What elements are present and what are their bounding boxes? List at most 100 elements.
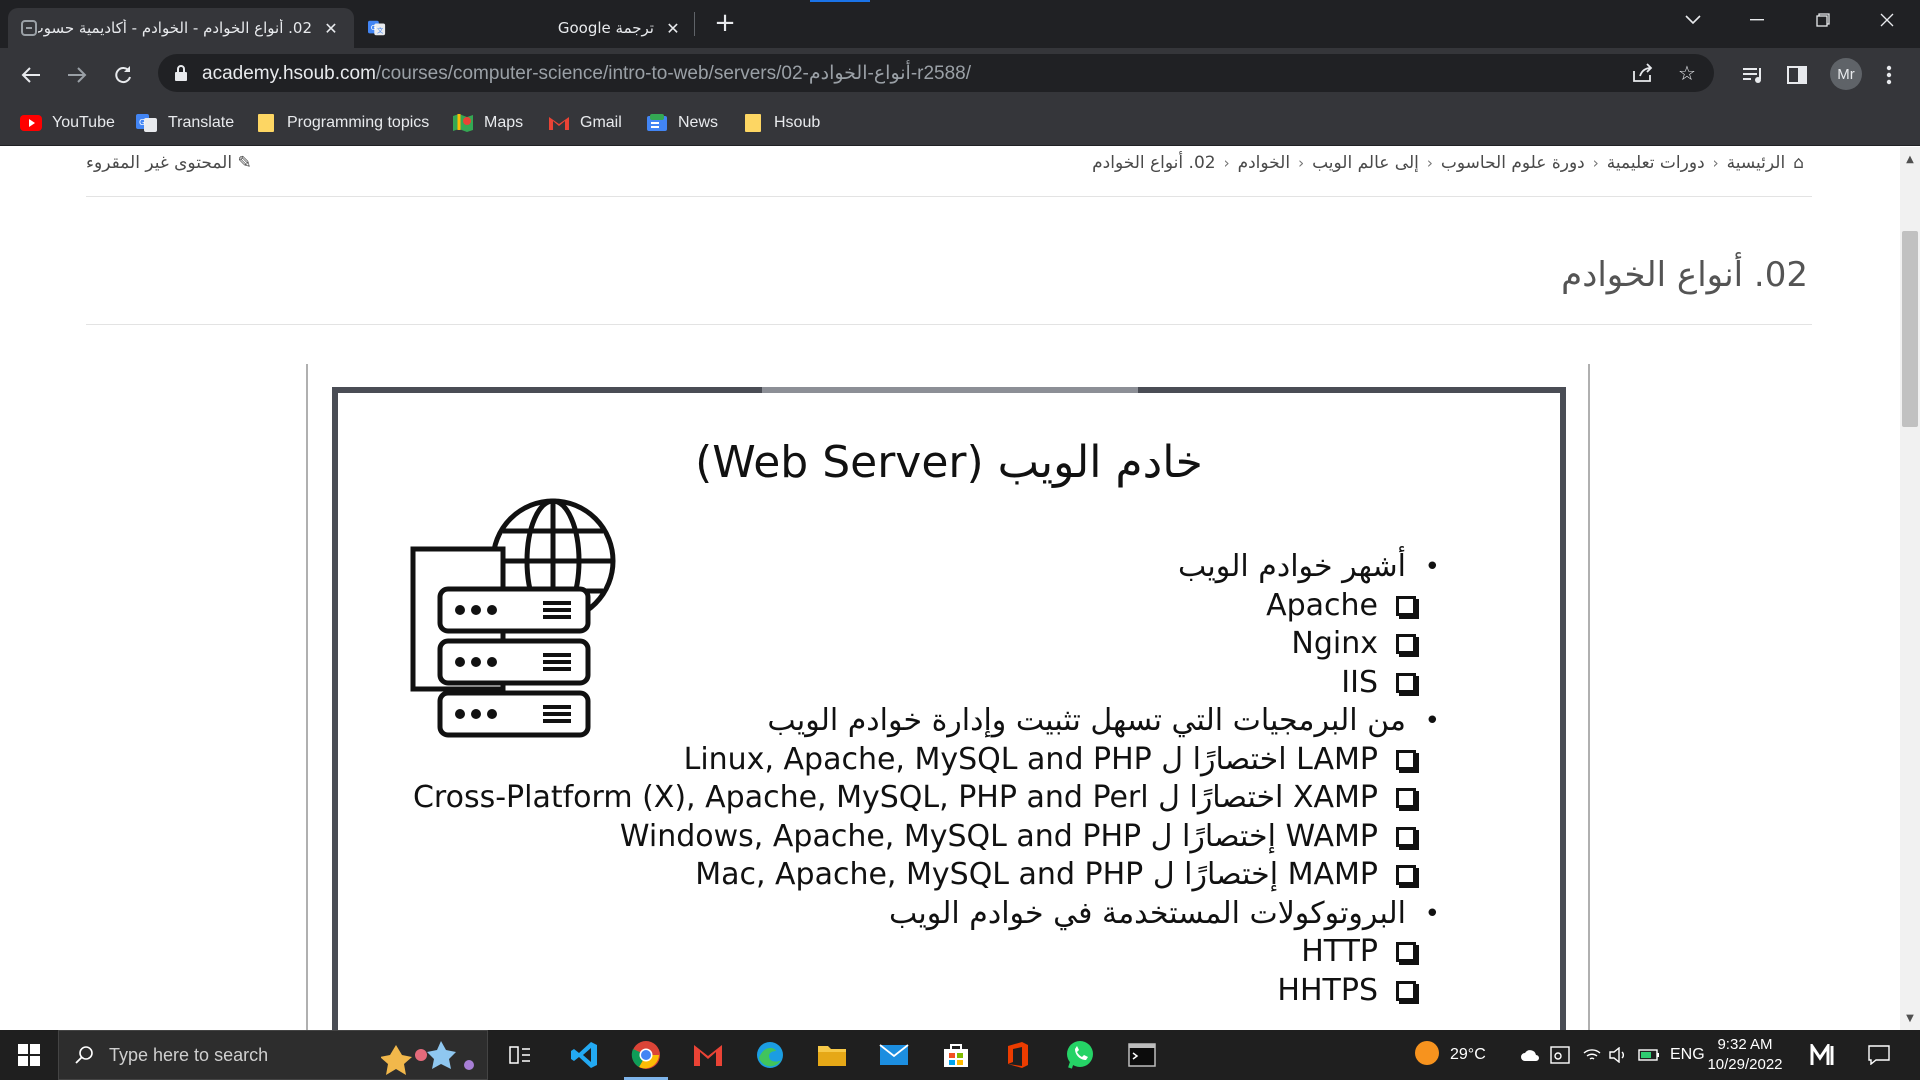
bookmark-label: Translate bbox=[168, 114, 235, 131]
scroll-up-arrow-icon[interactable]: ▲ bbox=[1900, 149, 1920, 169]
youtube-icon bbox=[20, 113, 42, 133]
office-icon[interactable] bbox=[990, 1030, 1046, 1080]
bookmark-label: Hsoub bbox=[774, 114, 821, 131]
chrome-icon[interactable] bbox=[618, 1030, 674, 1080]
breadcrumb-cs-course[interactable]: دورة علوم الحاسوب bbox=[1441, 153, 1585, 173]
divider bbox=[86, 324, 1812, 325]
battery-charging-icon[interactable] bbox=[1638, 1030, 1660, 1080]
list-item: WAMP إختصارًا ل Windows, Apache, MySQL a… bbox=[413, 818, 1440, 857]
breadcrumb-separator: ‹ bbox=[1223, 154, 1230, 172]
windows-taskbar: Type here to search 29°C ENG 9:32 AM 10/… bbox=[0, 1030, 1920, 1080]
divider bbox=[86, 196, 1812, 197]
item-text: HHTPS bbox=[1277, 972, 1378, 1008]
bookmark-translate[interactable]: G Translate bbox=[136, 110, 234, 136]
profile-avatar[interactable]: Mr bbox=[1830, 58, 1862, 90]
item-text: WAMP إختصارًا ل Windows, Apache, MySQL a… bbox=[619, 818, 1378, 854]
meet-now-icon[interactable] bbox=[1550, 1030, 1570, 1080]
whatsapp-icon[interactable] bbox=[1052, 1030, 1108, 1080]
tab-close-icon[interactable]: ✕ bbox=[662, 17, 684, 39]
list-item: HHTPS bbox=[413, 972, 1440, 1011]
checkbox-icon bbox=[1396, 749, 1416, 770]
system-clock[interactable]: 9:32 AM 10/29/2022 bbox=[1700, 1035, 1790, 1075]
list-item: • من البرمجيات التي تسهل تثبيت وإدارة خوا… bbox=[413, 702, 1440, 741]
reload-icon[interactable] bbox=[108, 60, 138, 90]
forward-arrow-icon[interactable] bbox=[62, 60, 92, 90]
magic-wand-icon: ✎ bbox=[237, 153, 252, 173]
app-tray-m-icon[interactable] bbox=[1810, 1030, 1838, 1080]
terminal-icon[interactable] bbox=[1114, 1030, 1170, 1080]
side-panel-icon[interactable] bbox=[1782, 60, 1812, 90]
clock-time: 9:32 AM bbox=[1717, 1036, 1773, 1053]
list-item: IIS bbox=[413, 664, 1440, 703]
breadcrumb-home[interactable]: الرئيسية bbox=[1727, 153, 1786, 173]
scroll-down-arrow-icon[interactable]: ▼ bbox=[1900, 1008, 1920, 1028]
onedrive-cloud-icon[interactable] bbox=[1520, 1030, 1540, 1080]
url-text[interactable]: academy.hsoub.com/courses/computer-scien… bbox=[202, 62, 971, 85]
tab-close-icon[interactable]: ✕ bbox=[320, 17, 342, 39]
microsoft-store-icon[interactable] bbox=[928, 1030, 984, 1080]
new-tab-button[interactable]: + bbox=[710, 10, 740, 38]
edge-icon[interactable] bbox=[742, 1030, 798, 1080]
taskbar-search-box[interactable]: Type here to search bbox=[58, 1030, 488, 1080]
minimize-button[interactable] bbox=[1730, 0, 1784, 40]
tab-title: ترجمة Google bbox=[557, 19, 654, 37]
windows-start-icon[interactable] bbox=[0, 1030, 58, 1080]
vscode-icon[interactable] bbox=[556, 1030, 612, 1080]
bookmark-star-icon[interactable]: ☆ bbox=[1674, 60, 1700, 86]
unread-content-link[interactable]: ✎ المحتوى غير المقروء bbox=[86, 153, 252, 173]
breadcrumb-separator: ‹ bbox=[1426, 154, 1433, 172]
breadcrumb-courses[interactable]: دورات تعليمية bbox=[1607, 153, 1705, 173]
svg-text:G: G bbox=[139, 118, 145, 127]
list-item: LAMP اختصارًا ل Linux, Apache, MySQL and… bbox=[413, 741, 1440, 780]
list-item: • أشهر خوادم الويب bbox=[413, 548, 1440, 587]
weather-widget[interactable]: 29°C bbox=[1414, 1030, 1486, 1080]
bookmark-hsoub[interactable]: Hsoub bbox=[742, 110, 820, 136]
kebab-menu-icon[interactable] bbox=[1874, 60, 1904, 90]
unread-label: المحتوى غير المقروء bbox=[86, 153, 233, 173]
slide-bullet-list: • أشهر خوادم الويب Apache Nginx IIS • من ا… bbox=[413, 548, 1440, 1010]
tab-hsoub-academy[interactable]: 02. أنواع الخوادم - الخوادم - أكاديمية ح… bbox=[8, 8, 354, 48]
list-item: Apache bbox=[413, 587, 1440, 626]
bookmark-news[interactable]: News bbox=[646, 110, 718, 136]
svg-text:文: 文 bbox=[377, 26, 384, 35]
volume-icon[interactable] bbox=[1608, 1030, 1628, 1080]
address-bar[interactable]: academy.hsoub.com/courses/computer-scien… bbox=[158, 54, 1714, 92]
gmail-app-icon[interactable] bbox=[680, 1030, 736, 1080]
folder-icon bbox=[255, 113, 277, 133]
section-heading: من البرمجيات التي تسهل تثبيت وإدارة خواد… bbox=[767, 703, 1406, 738]
tab-strip: 02. أنواع الخوادم - الخوادم - أكاديمية ح… bbox=[0, 0, 1920, 48]
bookmark-maps[interactable]: Maps bbox=[452, 110, 523, 136]
page-scrollbar[interactable]: ▲ ▼ bbox=[1900, 147, 1920, 1030]
bookmark-programming-topics[interactable]: Programming topics bbox=[255, 110, 429, 136]
tab-search-chevron-icon[interactable] bbox=[1666, 0, 1720, 40]
breadcrumb-separator: ‹ bbox=[1592, 154, 1599, 172]
checkbox-icon bbox=[1396, 865, 1416, 885]
bookmark-label: Gmail bbox=[580, 114, 622, 131]
notifications-icon[interactable] bbox=[1868, 1030, 1890, 1080]
bookmark-gmail[interactable]: Gmail bbox=[548, 110, 622, 136]
checkbox-icon bbox=[1396, 942, 1416, 962]
wifi-icon[interactable] bbox=[1582, 1030, 1602, 1080]
tab-google-translate[interactable]: G文 ترجمة Google ✕ bbox=[356, 8, 696, 48]
bookmark-youtube[interactable]: YouTube bbox=[20, 110, 115, 136]
tab-separator bbox=[694, 12, 695, 36]
bullet-icon: • bbox=[1424, 898, 1440, 929]
share-icon[interactable] bbox=[1630, 60, 1656, 86]
file-explorer-icon[interactable] bbox=[804, 1030, 860, 1080]
lock-icon[interactable] bbox=[174, 64, 188, 82]
task-view-icon[interactable] bbox=[492, 1030, 548, 1080]
bookmarks-bar: YouTube G Translate Programming topics M… bbox=[0, 100, 1920, 146]
tab-title: 02. أنواع الخوادم - الخوادم - أكاديمية ح… bbox=[38, 19, 312, 37]
restore-button[interactable] bbox=[1796, 0, 1850, 40]
mail-icon[interactable] bbox=[866, 1030, 922, 1080]
back-arrow-icon[interactable] bbox=[16, 60, 46, 90]
sun-icon bbox=[1414, 1040, 1440, 1071]
media-queue-icon[interactable] bbox=[1738, 60, 1768, 90]
svg-text:G: G bbox=[371, 23, 377, 32]
scroll-thumb[interactable] bbox=[1902, 231, 1918, 427]
breadcrumb-web-world[interactable]: إلى عالم الويب bbox=[1312, 153, 1419, 173]
close-window-button[interactable] bbox=[1860, 0, 1914, 40]
bookmark-label: News bbox=[678, 114, 719, 131]
search-highlight-art-icon bbox=[380, 1035, 481, 1081]
breadcrumb-servers[interactable]: الخوادم bbox=[1238, 153, 1290, 173]
